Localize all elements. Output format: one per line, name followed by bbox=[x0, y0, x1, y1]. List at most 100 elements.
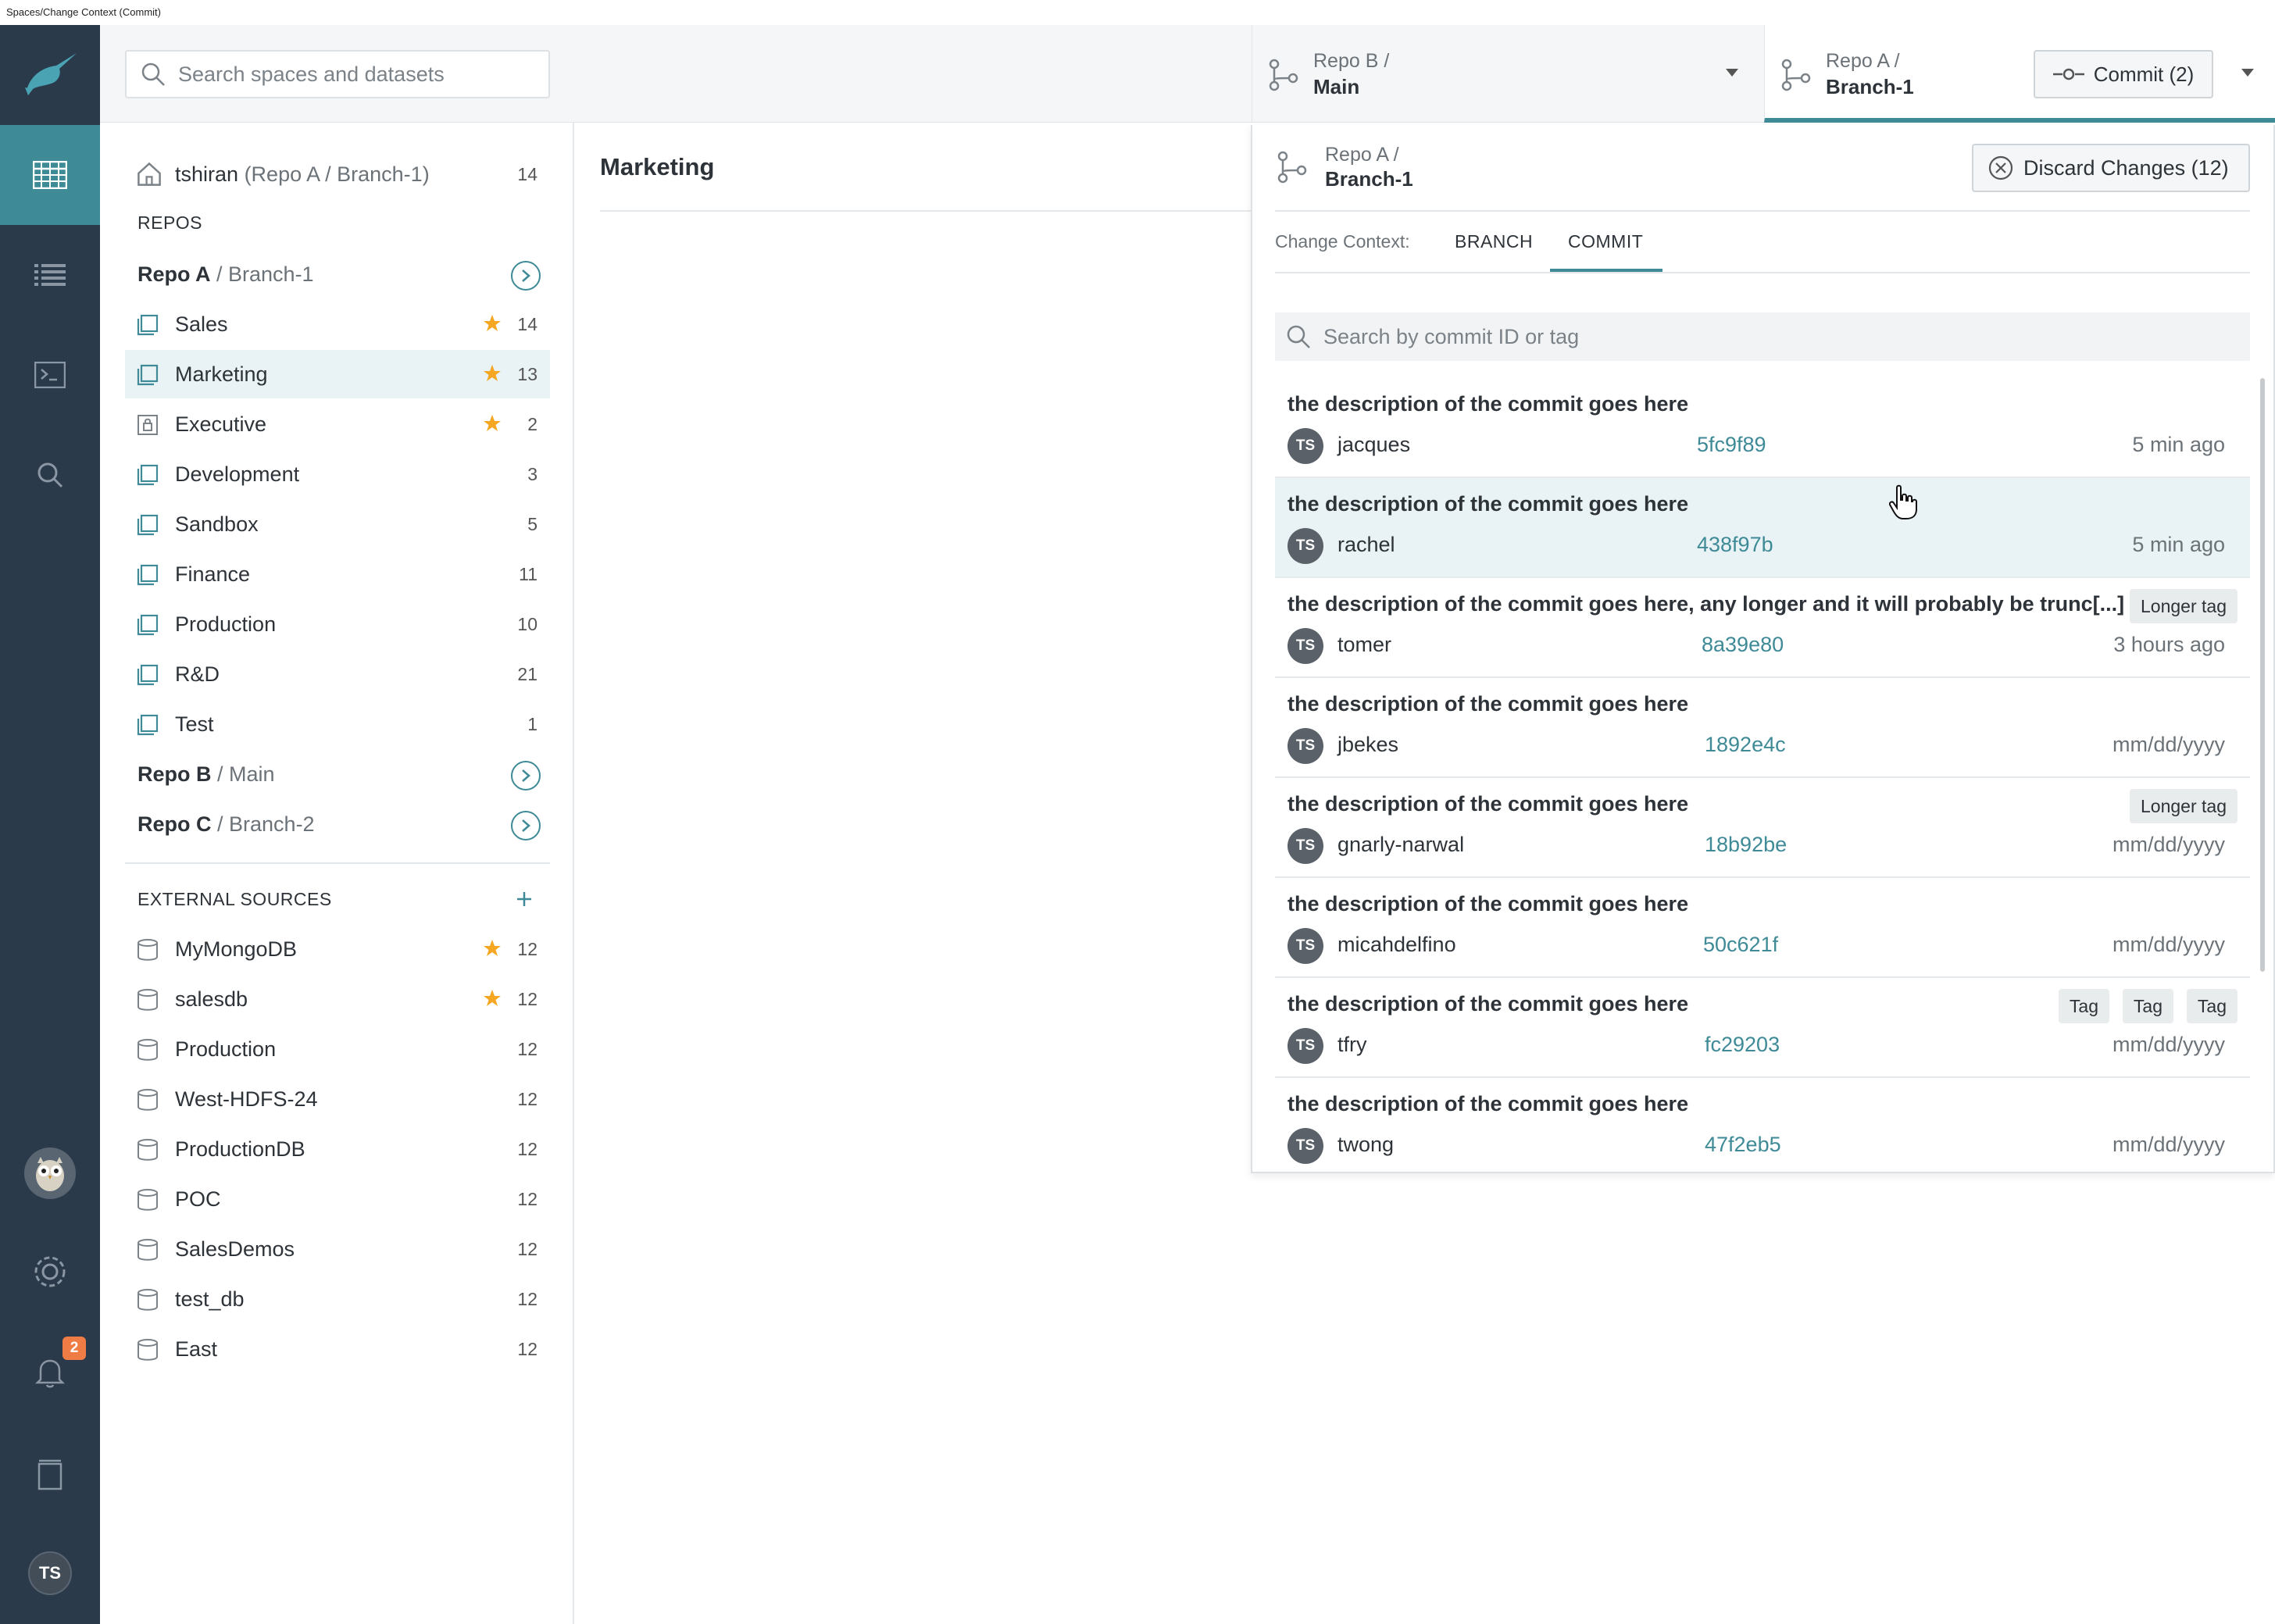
commit-button[interactable]: Commit (2) bbox=[2034, 50, 2213, 98]
source-count: 12 bbox=[517, 1288, 538, 1309]
commit-tag[interactable]: Longer tag bbox=[2130, 589, 2238, 623]
logo[interactable] bbox=[0, 25, 100, 125]
repo-sep: / bbox=[210, 262, 229, 286]
star-icon[interactable] bbox=[483, 364, 502, 383]
commit-hash[interactable]: fc29203 bbox=[1705, 1033, 1780, 1057]
commit-item[interactable]: the description of the commit goes here T… bbox=[1275, 1078, 2250, 1165]
source-item[interactable]: West-HDFS-24 12 bbox=[125, 1075, 550, 1123]
home-space[interactable]: tshiran (Repo A / Branch-1) 14 bbox=[125, 150, 550, 198]
commit-item[interactable]: the description of the commit goes here L… bbox=[1275, 778, 2250, 878]
space-item[interactable]: Production 10 bbox=[125, 600, 550, 648]
commit-hash[interactable]: 8a39e80 bbox=[1702, 633, 1784, 657]
repo-b-row[interactable]: Repo B / Main bbox=[125, 750, 550, 798]
source-count: 12 bbox=[517, 1088, 538, 1109]
chevron-down-icon[interactable] bbox=[1726, 69, 1738, 77]
chevron-right-icon[interactable] bbox=[511, 261, 541, 291]
user-avatar[interactable]: TS bbox=[28, 1551, 72, 1595]
source-item[interactable]: salesdb 12 bbox=[125, 975, 550, 1023]
commit-hash[interactable]: 5fc9f89 bbox=[1697, 433, 1766, 457]
nav-jobs[interactable] bbox=[0, 225, 100, 325]
commit-item[interactable]: the description of the commit goes here,… bbox=[1275, 578, 2250, 678]
context-branch: Main bbox=[1313, 75, 1360, 98]
space-icon bbox=[137, 364, 159, 386]
commit-hash[interactable]: 50c621f bbox=[1703, 933, 1778, 957]
commit-list-scrollbar[interactable] bbox=[2260, 378, 2265, 972]
commit-hash[interactable]: 438f97b bbox=[1697, 533, 1773, 557]
commit-item[interactable]: the description of the commit goes here T… bbox=[1275, 878, 2250, 978]
commit-author: jacques bbox=[1338, 433, 1411, 456]
source-item[interactable]: POC 12 bbox=[125, 1175, 550, 1223]
commit-description: the description of the commit goes here,… bbox=[1288, 592, 2125, 616]
tab-branch[interactable]: BRANCH bbox=[1455, 231, 1533, 252]
terminal-icon bbox=[34, 362, 66, 388]
commit-tag[interactable]: Tag bbox=[2186, 989, 2238, 1023]
space-item[interactable]: Marketing 13 bbox=[125, 350, 550, 398]
space-item[interactable]: R&D 21 bbox=[125, 650, 550, 698]
source-label: East bbox=[175, 1337, 218, 1361]
external-sources-heading: EXTERNAL SOURCES bbox=[138, 889, 332, 909]
star-icon[interactable] bbox=[483, 414, 502, 433]
nav-datasets[interactable] bbox=[0, 125, 100, 225]
commit-hash[interactable]: 1892e4c bbox=[1705, 733, 1786, 757]
commit-hash[interactable]: 18b92be bbox=[1705, 833, 1787, 857]
commit-search-input[interactable]: Search by commit ID or tag bbox=[1275, 312, 2250, 361]
repo-a-row[interactable]: Repo A / Branch-1 bbox=[125, 250, 550, 298]
space-label: R&D bbox=[175, 662, 220, 686]
chevron-down-icon[interactable] bbox=[2241, 69, 2254, 77]
owl-avatar-icon[interactable] bbox=[24, 1148, 76, 1199]
repo-c-row[interactable]: Repo C / Branch-2 bbox=[125, 800, 550, 848]
space-label: Production bbox=[175, 612, 277, 636]
chevron-right-icon[interactable] bbox=[511, 761, 541, 791]
commit-item[interactable]: the description of the commit goes here T… bbox=[1275, 378, 2250, 478]
space-item[interactable]: Development 3 bbox=[125, 450, 550, 498]
commit-tag[interactable]: Tag bbox=[2122, 989, 2173, 1023]
source-item[interactable]: Production 12 bbox=[125, 1025, 550, 1073]
commit-item[interactable]: the description of the commit goes here T… bbox=[1275, 478, 2250, 578]
space-item[interactable]: Sandbox 5 bbox=[125, 500, 550, 548]
discard-label: Discard Changes (12) bbox=[2023, 155, 2229, 180]
nav-sql-runner[interactable] bbox=[0, 325, 100, 425]
database-icon bbox=[138, 1039, 158, 1061]
repo-sep: / bbox=[211, 762, 230, 786]
space-item[interactable]: Sales 14 bbox=[125, 300, 550, 348]
chevron-right-icon[interactable] bbox=[511, 811, 541, 841]
settings-gear-icon[interactable] bbox=[28, 1250, 72, 1297]
add-source-plus-icon[interactable] bbox=[516, 891, 533, 908]
database-icon bbox=[138, 939, 158, 961]
discard-changes-button[interactable]: Discard Changes (12) bbox=[1972, 144, 2250, 192]
commit-tag[interactable]: Tag bbox=[2058, 989, 2109, 1023]
repo-sep: / bbox=[211, 812, 230, 836]
star-icon[interactable] bbox=[483, 314, 502, 333]
context-repo: Repo B / bbox=[1313, 50, 1390, 72]
space-item[interactable]: Executive 2 bbox=[125, 400, 550, 448]
commit-author-avatar: TS bbox=[1288, 1128, 1323, 1164]
context-repo: Repo A / bbox=[1826, 50, 1900, 72]
star-icon[interactable] bbox=[483, 939, 502, 958]
source-count: 12 bbox=[517, 938, 538, 959]
space-label: Development bbox=[175, 462, 300, 486]
source-item[interactable]: test_db 12 bbox=[125, 1275, 550, 1323]
commit-tag[interactable]: Longer tag bbox=[2130, 789, 2238, 823]
commit-item[interactable]: the description of the commit goes here T… bbox=[1275, 678, 2250, 778]
tab-commit[interactable]: COMMIT bbox=[1568, 231, 1643, 252]
home-user: tshiran bbox=[175, 162, 239, 186]
space-item[interactable]: Test 1 bbox=[125, 700, 550, 748]
commit-hash[interactable]: 47f2eb5 bbox=[1705, 1133, 1781, 1157]
source-item[interactable]: SalesDemos 12 bbox=[125, 1225, 550, 1273]
commit-item[interactable]: the description of the commit goes here T… bbox=[1275, 978, 2250, 1078]
source-item[interactable]: ProductionDB 12 bbox=[125, 1125, 550, 1173]
search-input[interactable]: Search spaces and datasets bbox=[125, 50, 550, 98]
star-icon[interactable] bbox=[483, 989, 502, 1008]
source-item[interactable]: East 12 bbox=[125, 1325, 550, 1373]
nav-search[interactable] bbox=[0, 425, 100, 525]
panel-divider bbox=[1275, 210, 2250, 212]
space-count: 21 bbox=[517, 663, 538, 684]
bell-icon[interactable] bbox=[34, 1356, 66, 1393]
source-item[interactable]: MyMongoDB 12 bbox=[125, 925, 550, 973]
home-context: (Repo A / Branch-1) bbox=[244, 162, 430, 186]
context-selector-repo-b[interactable]: Repo B / Main bbox=[1252, 25, 1764, 123]
docs-icon[interactable] bbox=[38, 1459, 62, 1494]
commit-time: mm/dd/yyyy bbox=[2112, 1033, 2225, 1056]
commit-author-avatar: TS bbox=[1288, 428, 1323, 464]
space-item[interactable]: Finance 11 bbox=[125, 550, 550, 598]
